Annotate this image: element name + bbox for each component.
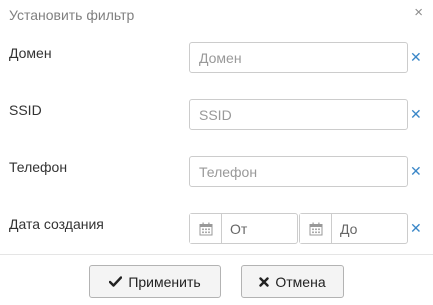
date-to-input[interactable]	[332, 214, 407, 243]
domain-input[interactable]	[189, 42, 408, 73]
close-icon[interactable]: ×	[414, 5, 423, 21]
ssid-label: SSID	[9, 102, 42, 118]
date-from-group	[189, 213, 298, 244]
apply-button[interactable]: Применить	[89, 265, 221, 298]
cancel-button[interactable]: Отмена	[241, 265, 344, 298]
times-icon	[259, 276, 270, 287]
created-date-label: Дата создания	[9, 216, 104, 232]
date-to-group	[299, 213, 408, 244]
check-icon	[109, 276, 123, 287]
filter-dialog: Установить фильтр × Домен ✕ SSID ✕ Телеф…	[0, 0, 433, 305]
ssid-input[interactable]	[189, 99, 408, 130]
dialog-title: Установить фильтр	[9, 7, 135, 23]
calendar-icon[interactable]	[300, 214, 332, 243]
calendar-icon[interactable]	[190, 214, 222, 243]
clear-domain-icon[interactable]: ✕	[410, 50, 422, 64]
phone-input[interactable]	[189, 156, 408, 187]
clear-phone-icon[interactable]: ✕	[410, 164, 422, 178]
date-from-input[interactable]	[222, 214, 297, 243]
apply-button-label: Применить	[128, 273, 201, 290]
phone-label: Телефон	[9, 159, 68, 175]
footer-divider	[0, 254, 433, 255]
clear-date-icon[interactable]: ✕	[410, 221, 422, 235]
cancel-button-label: Отмена	[275, 273, 326, 290]
clear-ssid-icon[interactable]: ✕	[410, 107, 422, 121]
domain-label: Домен	[9, 45, 52, 61]
dialog-header: Установить фильтр ×	[0, 0, 433, 32]
